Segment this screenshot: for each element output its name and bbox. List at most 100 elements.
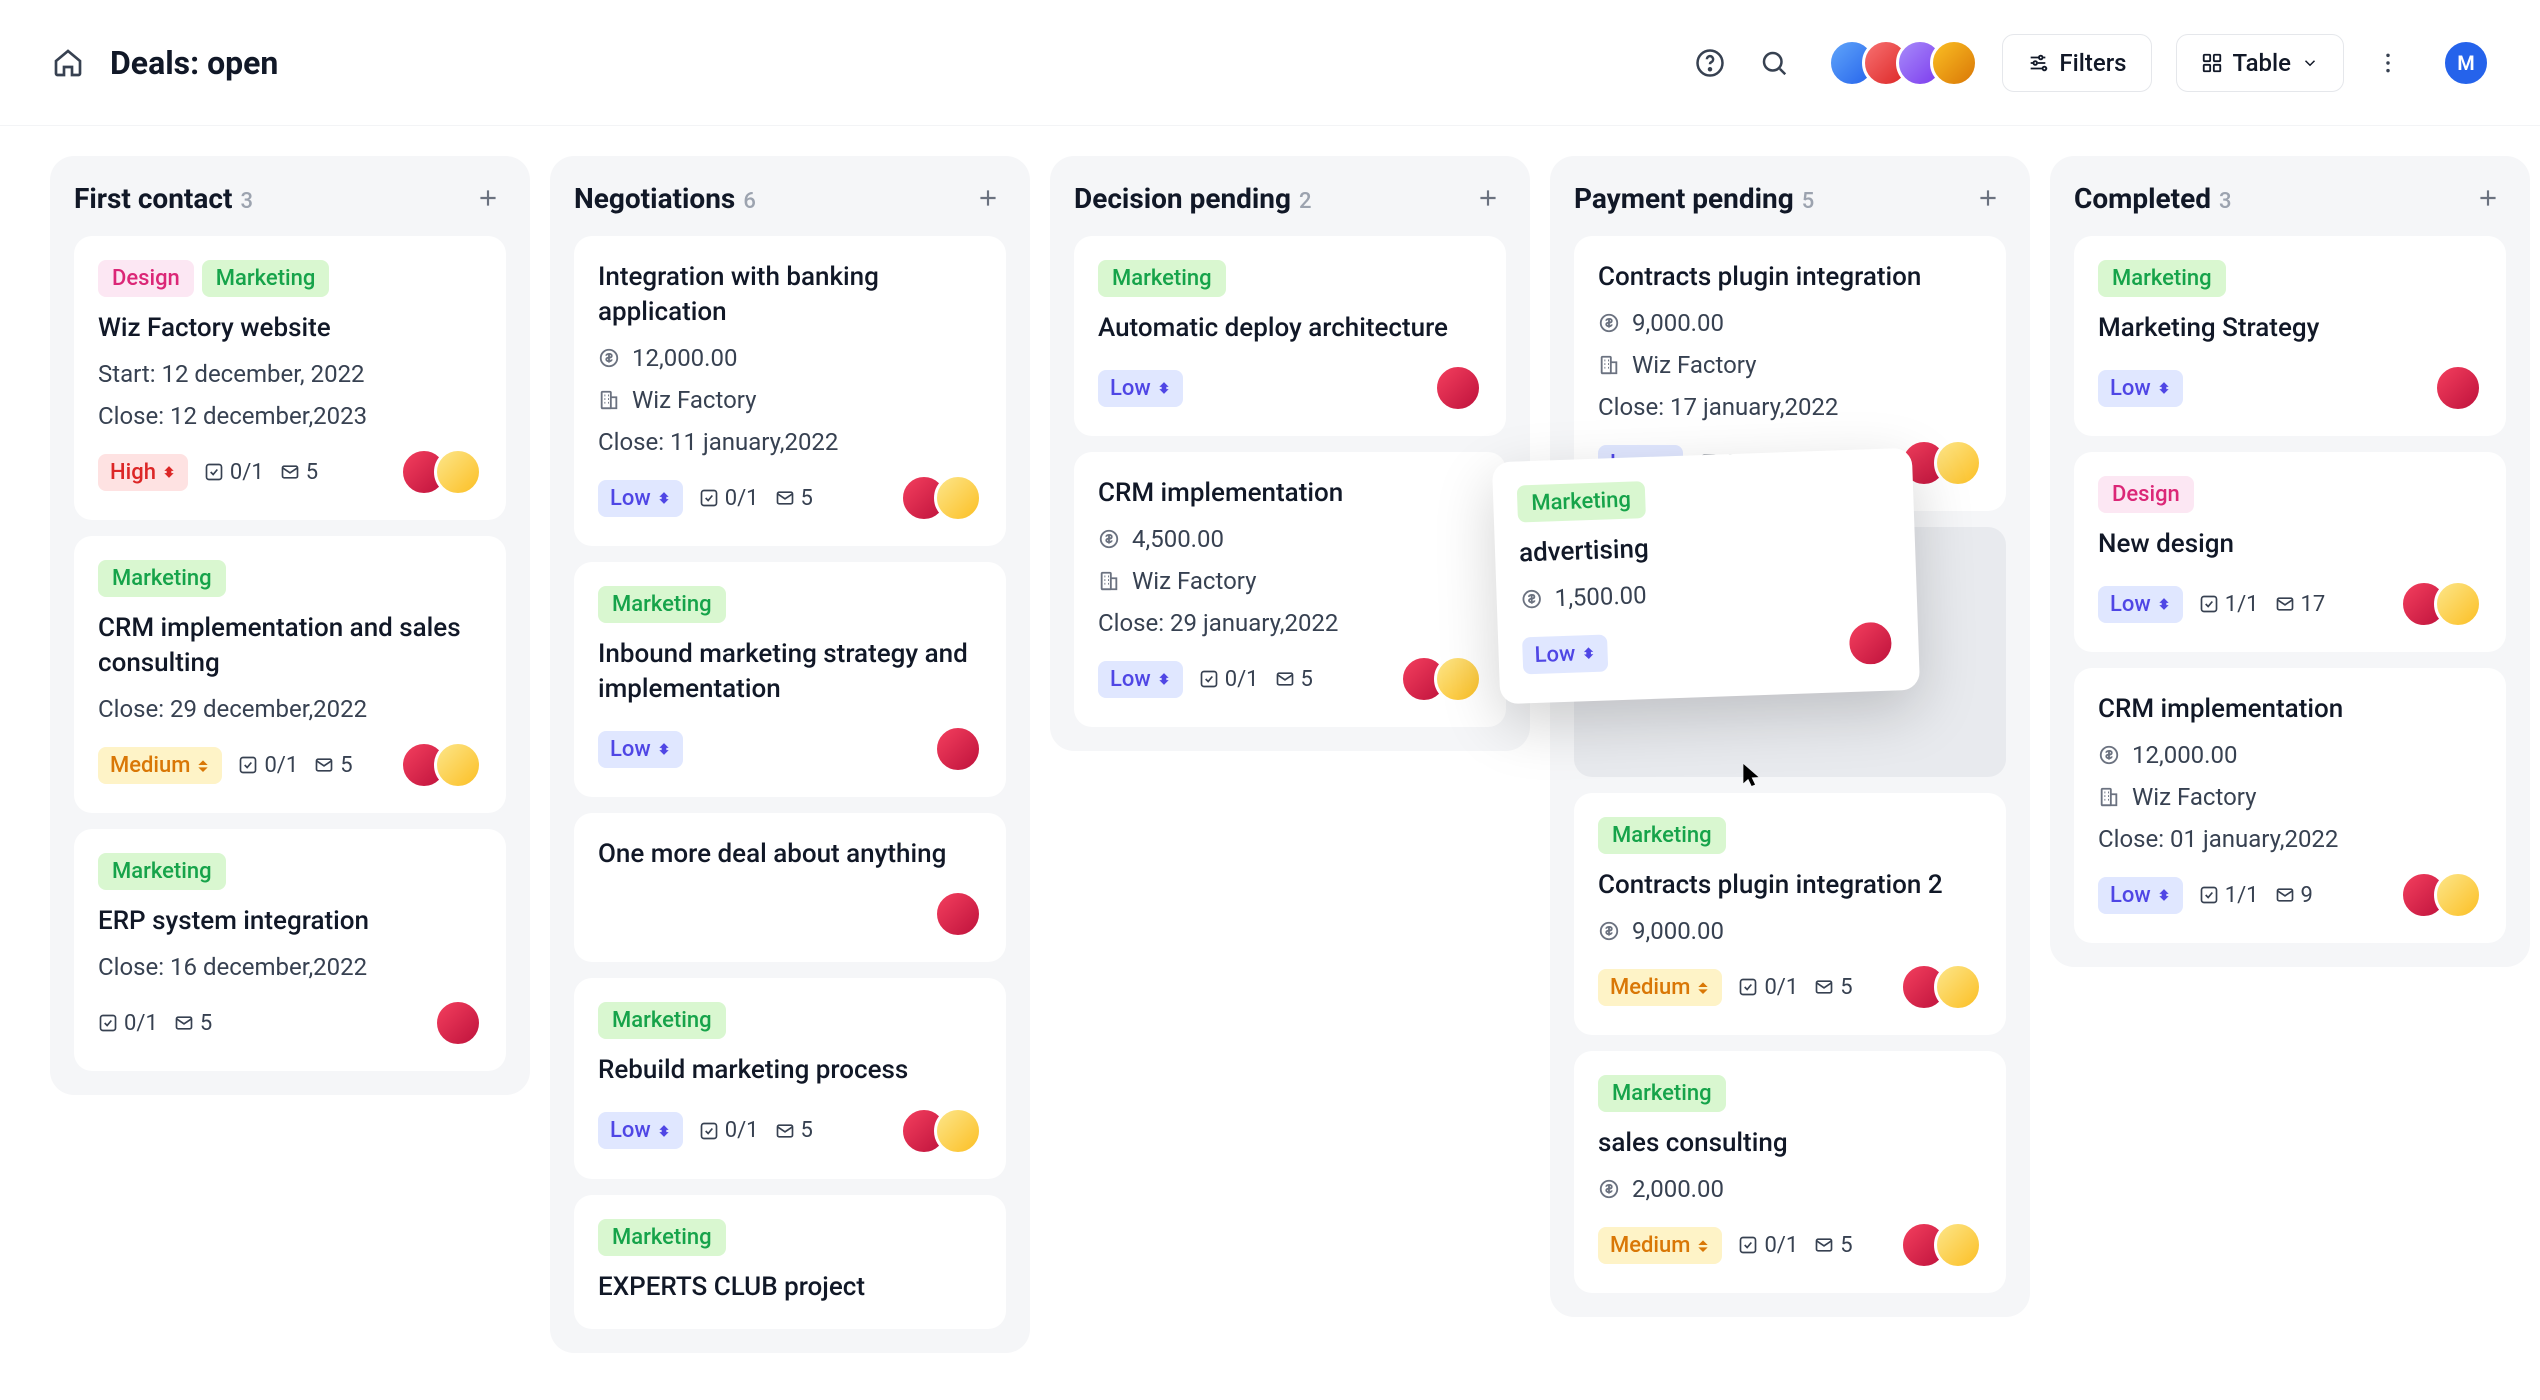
priority-badge[interactable]: Low: [1098, 370, 1183, 407]
deal-card[interactable]: DesignMarketingWiz Factory websiteStart:…: [74, 236, 506, 520]
deal-card[interactable]: Marketingadvertising1,500.00Low: [1492, 448, 1920, 705]
checkbox-icon: [1199, 669, 1219, 689]
avatar[interactable]: [434, 448, 482, 496]
priority-badge[interactable]: High: [98, 454, 188, 491]
avatar[interactable]: [934, 1107, 982, 1155]
column-count: 5: [1802, 189, 1815, 214]
assignee-avatars[interactable]: [1900, 963, 1982, 1011]
assignee-avatars[interactable]: [400, 448, 482, 496]
deal-card[interactable]: MarketingAutomatic deploy architectureLo…: [1074, 236, 1506, 436]
assignee-avatars[interactable]: [1434, 364, 1482, 412]
assignee-avatars[interactable]: [2434, 364, 2482, 412]
deal-card[interactable]: MarketingInbound marketing strategy and …: [574, 562, 1006, 797]
deal-card[interactable]: One more deal about anything: [574, 813, 1006, 962]
assignee-avatars[interactable]: [934, 890, 982, 938]
home-icon[interactable]: [50, 45, 86, 81]
sliders-icon: [2027, 52, 2049, 74]
priority-badge[interactable]: Medium: [1598, 969, 1722, 1006]
avatar[interactable]: [934, 890, 982, 938]
card-tags: Marketing: [598, 586, 982, 623]
avatar[interactable]: [1934, 439, 1982, 487]
deal-card[interactable]: Integration with banking application12,0…: [574, 236, 1006, 546]
avatar[interactable]: [2434, 580, 2482, 628]
card-amount: 9,000.00: [1598, 917, 1982, 945]
checkbox-icon: [204, 462, 224, 482]
avatar[interactable]: [934, 474, 982, 522]
checkbox-icon: [1738, 1235, 1758, 1255]
card-tags: Marketing: [598, 1002, 982, 1039]
mail-icon: [280, 462, 300, 482]
avatar[interactable]: [934, 725, 982, 773]
priority-badge[interactable]: Low: [1522, 634, 1608, 674]
assignee-avatars[interactable]: [900, 474, 982, 522]
priority-badge[interactable]: Low: [2098, 877, 2183, 914]
card-footer: Low: [598, 725, 982, 773]
card-title: EXPERTS CLUB project: [598, 1270, 982, 1305]
help-icon[interactable]: [1690, 43, 1730, 83]
avatar[interactable]: [2434, 364, 2482, 412]
deal-card[interactable]: MarketingERP system integrationClose: 16…: [74, 829, 506, 1071]
assignee-avatars[interactable]: [2400, 580, 2482, 628]
priority-badge[interactable]: Low: [2098, 370, 2183, 407]
column-count: 3: [240, 189, 253, 214]
avatar[interactable]: [1934, 963, 1982, 1011]
add-card-button[interactable]: [1470, 180, 1506, 216]
column-title: Decision pending2: [1074, 182, 1312, 215]
assignee-avatars[interactable]: [1846, 619, 1896, 669]
assignee-avatars[interactable]: [2400, 871, 2482, 919]
deal-card[interactable]: MarketingCRM implementation and sales co…: [74, 536, 506, 813]
avatar[interactable]: [434, 999, 482, 1047]
card-tags: Marketing: [1517, 473, 1890, 523]
avatar[interactable]: [1434, 655, 1482, 703]
priority-badge[interactable]: Medium: [1598, 1227, 1722, 1264]
deal-card[interactable]: MarketingEXPERTS CLUB project: [574, 1195, 1006, 1329]
priority-badge[interactable]: Low: [2098, 586, 2183, 623]
deal-card[interactable]: CRM implementation4,500.00Wiz FactoryClo…: [1074, 452, 1506, 727]
add-card-button[interactable]: [1970, 180, 2006, 216]
add-card-button[interactable]: [970, 180, 1006, 216]
avatar[interactable]: [1934, 1221, 1982, 1269]
search-icon[interactable]: [1754, 43, 1794, 83]
assignee-avatars[interactable]: [1900, 1221, 1982, 1269]
tag: Marketing: [1598, 1075, 1726, 1112]
avatar[interactable]: [1434, 364, 1482, 412]
coin-icon: [1598, 920, 1622, 942]
filters-label: Filters: [2059, 49, 2126, 77]
deal-card[interactable]: CRM implementation12,000.00Wiz FactoryCl…: [2074, 668, 2506, 943]
priority-badge[interactable]: Low: [598, 480, 683, 517]
card-footer: 0/15: [98, 999, 482, 1047]
assignee-avatars[interactable]: [934, 725, 982, 773]
add-card-button[interactable]: [2470, 180, 2506, 216]
tag: Marketing: [98, 560, 226, 597]
assignee-avatars[interactable]: [434, 999, 482, 1047]
view-switcher-button[interactable]: Table: [2176, 34, 2344, 92]
deal-card[interactable]: DesignNew designLow 1/117: [2074, 452, 2506, 652]
priority-badge[interactable]: Low: [598, 1112, 683, 1149]
card-company: Wiz Factory: [1098, 567, 1482, 595]
filters-button[interactable]: Filters: [2002, 34, 2151, 92]
tag: Marketing: [202, 260, 330, 297]
team-avatars[interactable]: [1828, 39, 1978, 87]
deal-card[interactable]: MarketingRebuild marketing processLow 0/…: [574, 978, 1006, 1178]
tasks-counter: 1/1: [2199, 883, 2259, 908]
card-title: Integration with banking application: [598, 260, 982, 330]
avatar[interactable]: [1930, 39, 1978, 87]
deal-card[interactable]: MarketingMarketing StrategyLow: [2074, 236, 2506, 436]
more-icon[interactable]: [2368, 43, 2408, 83]
priority-badge[interactable]: Low: [598, 731, 683, 768]
deal-card[interactable]: Marketingsales consulting2,000.00Medium …: [1574, 1051, 2006, 1293]
deal-card[interactable]: MarketingContracts plugin integration 29…: [1574, 793, 2006, 1035]
add-card-button[interactable]: [470, 180, 506, 216]
avatar[interactable]: [434, 741, 482, 789]
avatar[interactable]: [2434, 871, 2482, 919]
priority-badge[interactable]: Low: [1098, 661, 1183, 698]
building-icon: [2098, 786, 2122, 808]
assignee-avatars[interactable]: [400, 741, 482, 789]
board-column: Completed3MarketingMarketing StrategyLow…: [2050, 156, 2530, 967]
avatar[interactable]: [1846, 619, 1896, 669]
assignee-avatars[interactable]: [1400, 655, 1482, 703]
priority-badge[interactable]: Medium: [98, 747, 222, 784]
tag: Marketing: [1598, 817, 1726, 854]
user-avatar[interactable]: M: [2442, 39, 2490, 87]
assignee-avatars[interactable]: [900, 1107, 982, 1155]
